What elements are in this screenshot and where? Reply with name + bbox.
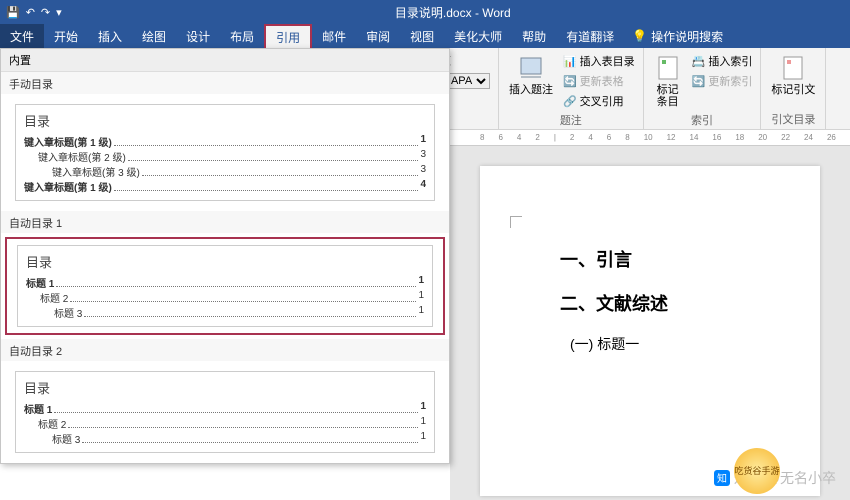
- toc-preview-title: 目录: [24, 111, 426, 130]
- tab-layout[interactable]: 布局: [220, 24, 264, 48]
- gallery-manual-item[interactable]: 目录 键入章标题(第 1 级)1 键入章标题(第 2 级)3 键入章标题(第 3…: [5, 98, 445, 207]
- gallery-auto1-label: 自动目录 1: [1, 211, 449, 233]
- cross-reference-button[interactable]: 🔗交叉引用: [561, 92, 637, 110]
- tab-design[interactable]: 设计: [176, 24, 220, 48]
- toc-preview-title: 目录: [26, 252, 424, 271]
- update-table-button[interactable]: 🔄更新表格: [561, 72, 637, 90]
- margin-corner-icon: [510, 216, 522, 228]
- document-page[interactable]: 一、引言 二、文献综述 (一) 标题一: [480, 166, 820, 496]
- tab-insert[interactable]: 插入: [88, 24, 132, 48]
- badge-sticker: 吃货谷手游: [734, 448, 780, 494]
- quick-access-toolbar: 💾 ↶ ↷ ▾: [6, 6, 62, 19]
- tell-me-label: 操作说明搜索: [651, 28, 723, 45]
- tab-review[interactable]: 审阅: [356, 24, 400, 48]
- title-bar: 💾 ↶ ↷ ▾ 目录说明.docx - Word: [0, 0, 850, 24]
- insert-table-figures-button[interactable]: 📊插入表目录: [561, 52, 637, 70]
- mark-entry-label: 标记 条目: [657, 84, 679, 108]
- caption-label: 插入题注: [509, 84, 553, 96]
- style-dropdown[interactable]: APA: [446, 73, 490, 89]
- undo-icon[interactable]: ↶: [26, 6, 35, 19]
- gallery-auto1-item[interactable]: 目录 标题 11 标题 21 标题 31: [5, 237, 445, 335]
- mark-citation-icon: [779, 54, 807, 82]
- update-index-button[interactable]: 🔄更新索引: [690, 72, 755, 90]
- insert-caption-button[interactable]: 插入题注: [505, 52, 557, 98]
- doc-heading-2: 二、文献综述: [560, 290, 790, 316]
- gallery-manual-label: 手动目录: [1, 72, 449, 94]
- mark-citation-label: 标记引文: [771, 84, 815, 96]
- mark-entry-icon: [654, 54, 682, 82]
- save-icon[interactable]: 💾: [6, 6, 20, 19]
- update-index-icon: 🔄: [692, 75, 706, 88]
- caption-icon: [517, 54, 545, 82]
- tell-me[interactable]: 💡 操作说明搜索: [632, 24, 723, 48]
- mark-citation-button[interactable]: 标记引文: [767, 52, 819, 98]
- redo-icon[interactable]: ↷: [41, 6, 50, 19]
- mark-entry-button[interactable]: 标记 条目: [650, 52, 686, 110]
- tab-translate[interactable]: 有道翻译: [556, 24, 624, 48]
- tab-beautify[interactable]: 美化大师: [444, 24, 512, 48]
- update-table-icon: 🔄: [563, 75, 577, 88]
- group-index: 标记 条目 📇插入索引 🔄更新索引 索引: [644, 48, 762, 129]
- gallery-builtin-header: 内置: [1, 49, 449, 72]
- lightbulb-icon: 💡: [632, 29, 647, 43]
- tab-references[interactable]: 引用: [264, 24, 312, 48]
- toc-preview-title: 目录: [24, 378, 426, 397]
- document-area: 8642|2468101214161820222426 一、引言 二、文献综述 …: [450, 130, 850, 500]
- group-index-label: 索引: [650, 110, 755, 128]
- zhihu-icon: 知: [714, 470, 730, 486]
- gallery-auto2-label: 自动目录 2: [1, 339, 449, 361]
- doc-subheading: (一) 标题一: [570, 334, 790, 354]
- tab-help[interactable]: 帮助: [512, 24, 556, 48]
- tab-draw[interactable]: 绘图: [132, 24, 176, 48]
- tof-icon: 📊: [563, 55, 577, 68]
- insert-index-button[interactable]: 📇插入索引: [690, 52, 755, 70]
- doc-heading-1: 一、引言: [560, 246, 790, 272]
- group-authorities-label: 引文目录: [767, 109, 819, 127]
- gallery-auto2-item[interactable]: 目录 标题 11 标题 21 标题 31: [5, 365, 445, 459]
- xref-icon: 🔗: [563, 95, 577, 108]
- document-title: 目录说明.docx - Word: [62, 4, 844, 21]
- ribbon-tabs: 文件 开始 插入 绘图 设计 布局 引用 邮件 审阅 视图 美化大师 帮助 有道…: [0, 24, 850, 48]
- svg-text:知: 知: [717, 472, 727, 485]
- group-captions-label: 题注: [505, 110, 637, 128]
- horizontal-ruler[interactable]: 8642|2468101214161820222426: [450, 130, 850, 146]
- toc-gallery-dropdown: 内置 手动目录 目录 键入章标题(第 1 级)1 键入章标题(第 2 级)3 键…: [0, 48, 450, 464]
- group-captions: 插入题注 📊插入表目录 🔄更新表格 🔗交叉引用 题注: [499, 48, 644, 129]
- tab-home[interactable]: 开始: [44, 24, 88, 48]
- group-authorities: 标记引文 引文目录: [761, 48, 826, 129]
- insert-index-icon: 📇: [692, 55, 706, 68]
- tab-view[interactable]: 视图: [400, 24, 444, 48]
- tab-file[interactable]: 文件: [0, 24, 44, 48]
- tab-mailings[interactable]: 邮件: [312, 24, 356, 48]
